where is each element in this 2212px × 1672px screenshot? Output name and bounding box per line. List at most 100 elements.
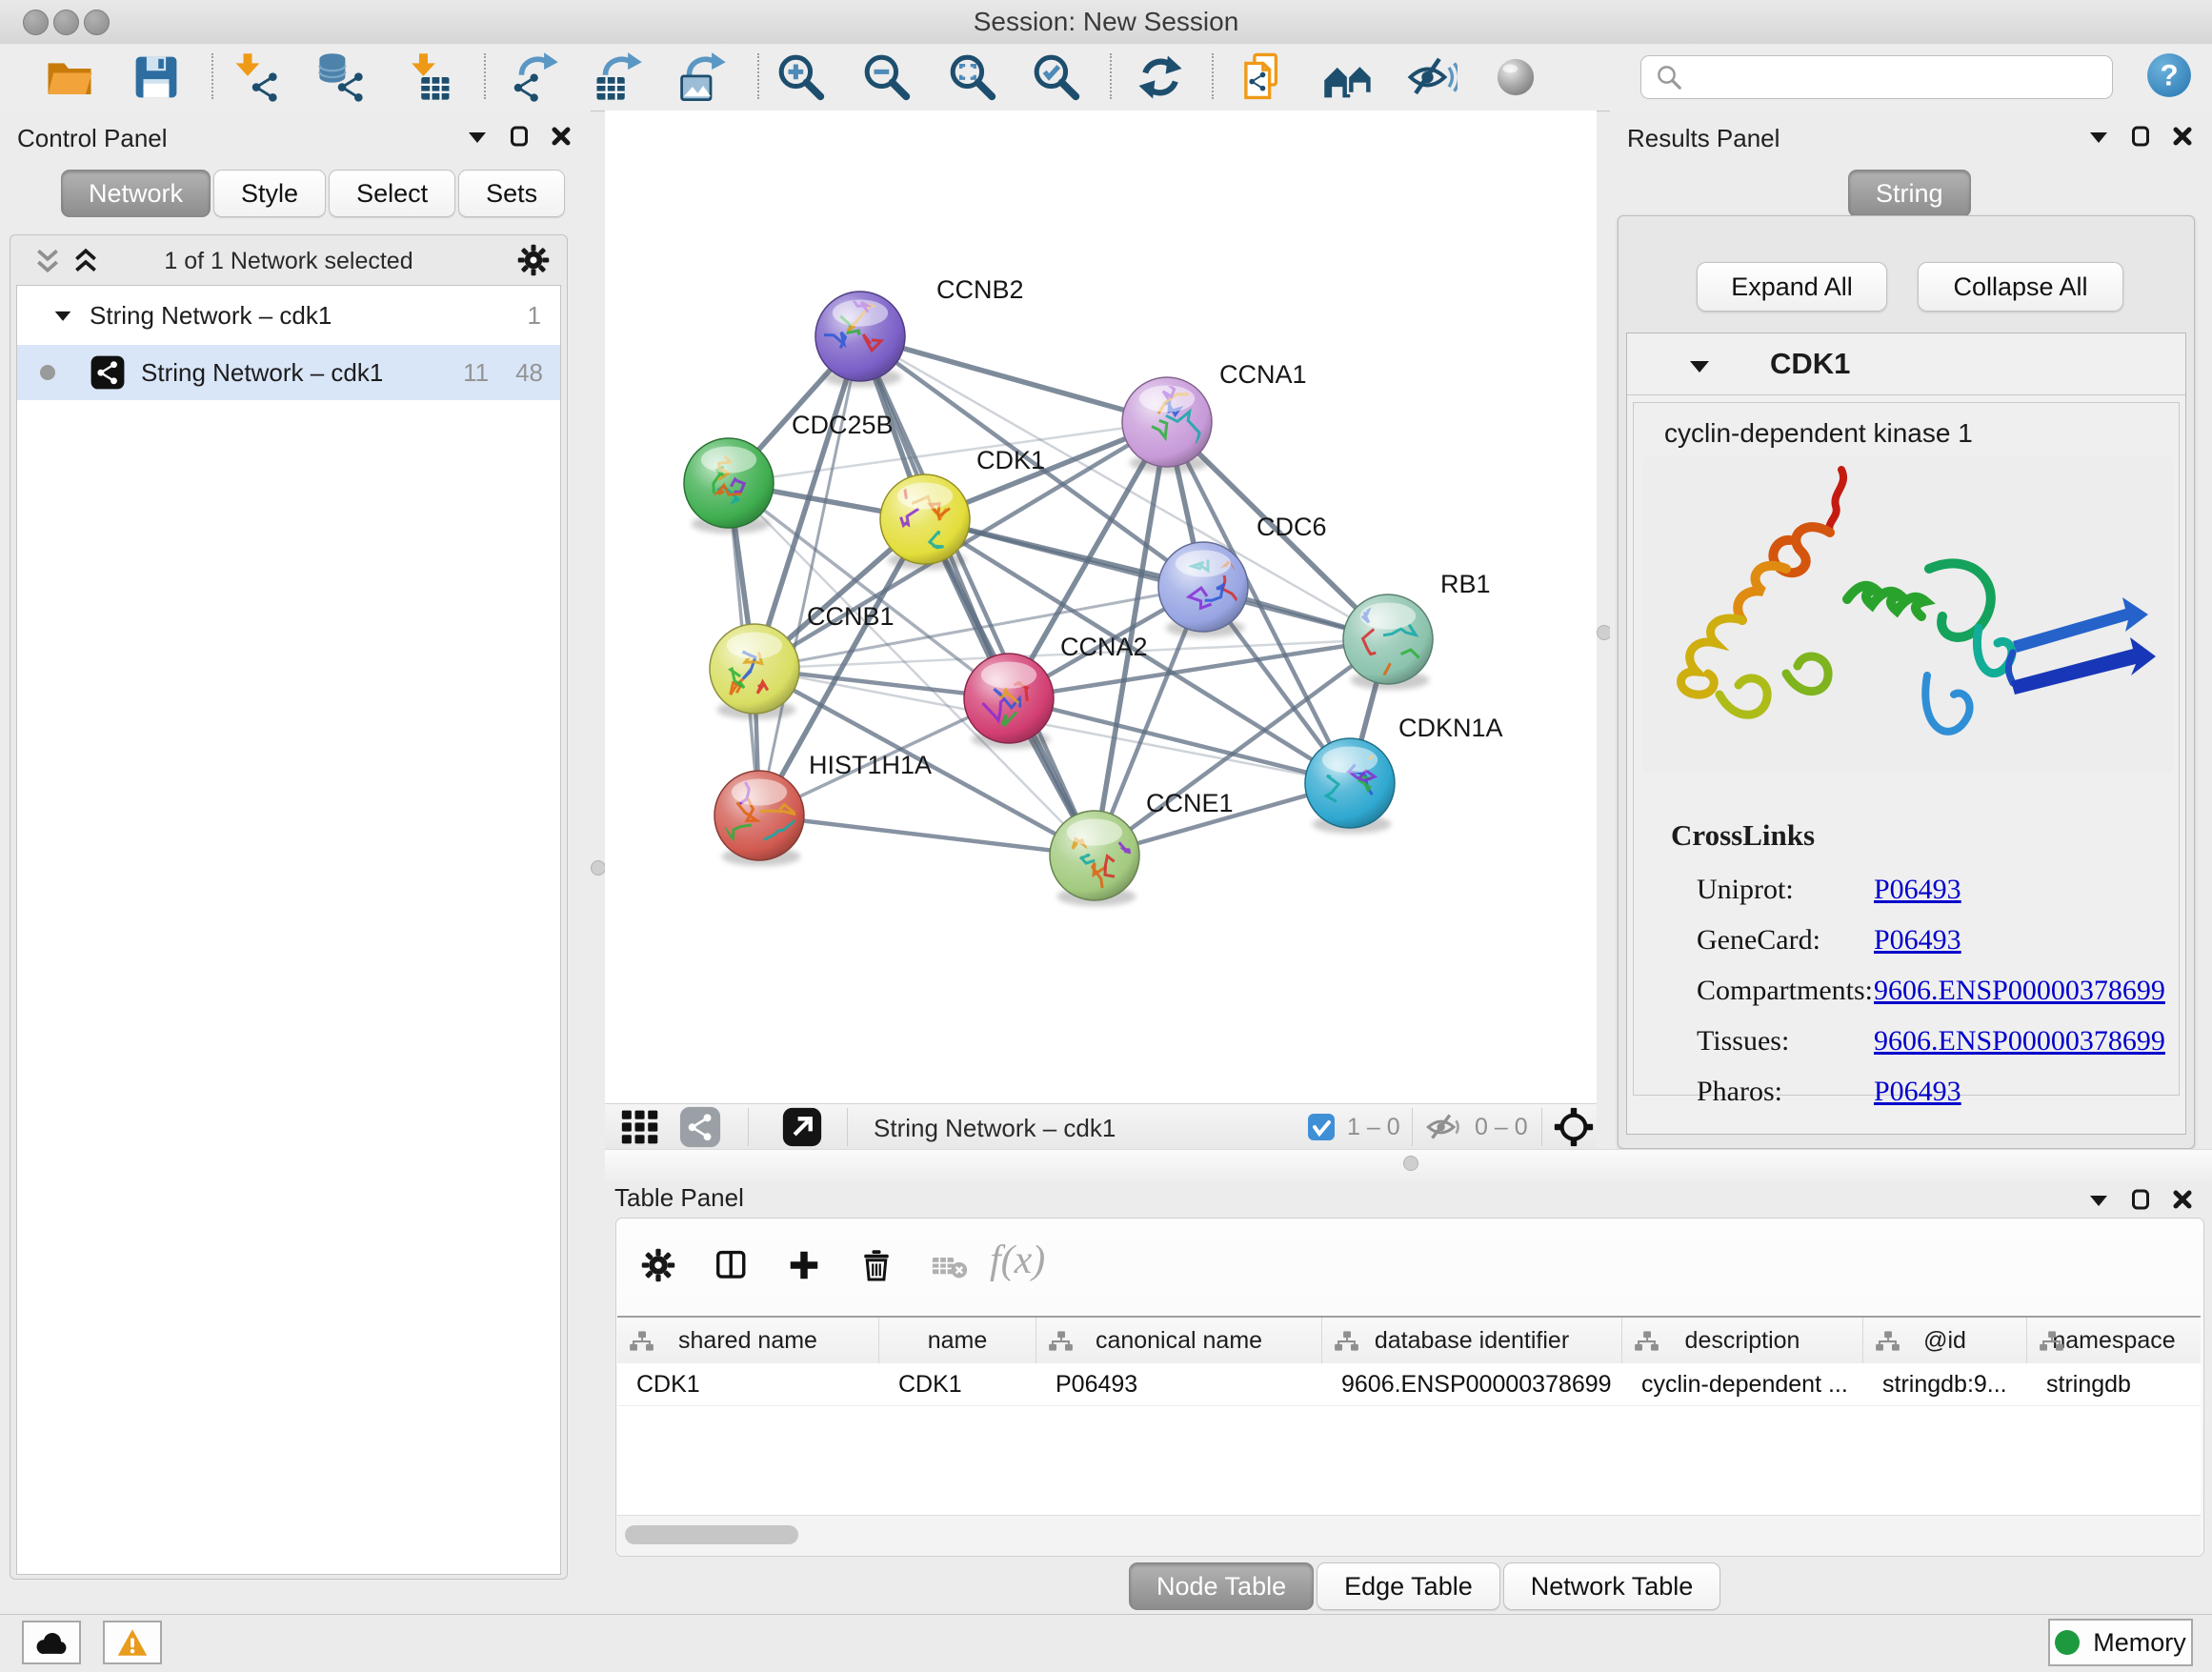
control-panel-float-icon[interactable] (509, 126, 530, 147)
column-header-namespace[interactable]: namespace (2027, 1318, 2201, 1363)
tab-edge-table[interactable]: Edge Table (1317, 1562, 1500, 1610)
node-label-CCNE1: CCNE1 (1146, 789, 1234, 817)
column-header-shared-name[interactable]: shared name (617, 1318, 879, 1363)
collapse-all-button[interactable]: Collapse All (1918, 262, 2123, 312)
selected-checkbox-icon[interactable] (1307, 1113, 1336, 1141)
add-column-icon[interactable] (787, 1247, 821, 1283)
import-database-icon[interactable] (316, 51, 368, 103)
help-icon[interactable]: ? (2145, 51, 2193, 99)
toolbar-separator (211, 53, 213, 99)
network-node-CDKN1A[interactable]: CDKN1A (1305, 714, 1503, 834)
network-canvas[interactable]: CCNB2 CCNA1 CDC25B CDK1 CDC6 (605, 111, 1597, 1103)
column-header-database-identifier[interactable]: database identifier (1322, 1318, 1622, 1363)
left-splitter[interactable] (591, 111, 605, 1614)
birdseye-view-icon[interactable] (1553, 1106, 1595, 1148)
left-splitter-handle[interactable] (591, 860, 606, 876)
export-table-icon[interactable] (593, 51, 644, 103)
export-network-icon[interactable] (509, 51, 560, 103)
zoom-out-icon[interactable] (861, 51, 913, 103)
function-builder-icon-disabled: f(x) (990, 1238, 1045, 1283)
network-node-HIST1H1A[interactable]: HIST1H1A (714, 751, 932, 866)
hide-graphics-icon[interactable] (1406, 51, 1458, 103)
crosslink-link[interactable]: 9606.ENSP00000378699 (1874, 965, 2165, 1016)
tab-string[interactable]: String (1848, 170, 1971, 217)
table-panel-float-icon[interactable] (2130, 1189, 2151, 1210)
sphere-icon[interactable] (1490, 51, 1541, 103)
network-node-RB1[interactable]: RB1 (1343, 570, 1491, 711)
node-label-RB1: RB1 (1440, 570, 1491, 598)
horizontal-scrollbar[interactable] (617, 1515, 2201, 1555)
network-graph[interactable]: CCNB2 CCNA1 CDC25B CDK1 CDC6 (605, 111, 1597, 1103)
delete-column-icon[interactable] (859, 1245, 894, 1285)
network-collection-row[interactable]: String Network – cdk1 1 (17, 286, 560, 345)
hidden-eye-icon[interactable] (1425, 1109, 1463, 1145)
results-panel-close-icon[interactable] (2172, 126, 2193, 147)
show-columns-icon[interactable] (714, 1248, 750, 1282)
control-panel-collapse-icon[interactable] (467, 126, 488, 147)
table-options-gear-icon[interactable] (641, 1248, 675, 1282)
tab-select[interactable]: Select (329, 170, 455, 217)
horizontal-splitter[interactable] (605, 1149, 2212, 1184)
crosslink-link[interactable]: P06493 (1874, 915, 1961, 965)
tab-network-table[interactable]: Network Table (1503, 1562, 1721, 1610)
warnings-button[interactable] (103, 1621, 162, 1664)
column-type-icon (1634, 1330, 1659, 1352)
two-houses-icon[interactable] (1322, 51, 1374, 103)
search-input[interactable] (1693, 62, 2112, 93)
duplicate-network-icon[interactable] (1238, 51, 1290, 103)
tab-style[interactable]: Style (213, 170, 326, 217)
crosslink-row: Tissues: 9606.ENSP00000378699 (1697, 1016, 2165, 1066)
import-table-icon[interactable] (402, 51, 453, 103)
collection-expand-icon[interactable] (53, 307, 72, 324)
table-row[interactable]: CDK1 CDK1 P06493 9606.ENSP00000378699 cy… (617, 1363, 2201, 1406)
network-share-icon[interactable] (679, 1106, 721, 1148)
node-count: 11 (463, 358, 489, 388)
tab-node-table[interactable]: Node Table (1129, 1562, 1314, 1610)
network-node-CDC25B[interactable]: CDC25B (684, 411, 894, 534)
network-options-gear-icon[interactable] (517, 244, 550, 276)
network-row-selected[interactable]: String Network – cdk1 11 48 (17, 345, 560, 400)
open-session-icon[interactable] (44, 51, 95, 103)
column-header-canonical-name[interactable]: canonical name (1036, 1318, 1322, 1363)
horizontal-scrollbar-thumb[interactable] (625, 1525, 798, 1544)
tab-sets[interactable]: Sets (458, 170, 565, 217)
crosslink-row: GeneCard: P06493 (1697, 915, 2165, 965)
crosslink-link[interactable]: P06493 (1874, 864, 1961, 915)
network-edge[interactable] (1009, 698, 1350, 783)
network-edge[interactable] (759, 816, 1095, 856)
save-session-icon[interactable] (131, 51, 182, 103)
memory-button[interactable]: Memory (2048, 1619, 2193, 1666)
zoom-in-icon[interactable] (775, 51, 827, 103)
column-header-name[interactable]: name (879, 1318, 1036, 1363)
right-splitter[interactable] (1597, 111, 1610, 1149)
network-node-CCNA1[interactable]: CCNA1 (1122, 360, 1307, 473)
network-edge[interactable] (759, 336, 860, 816)
control-panel-close-icon[interactable] (551, 126, 572, 147)
detach-view-icon[interactable] (782, 1107, 822, 1147)
results-panel-collapse-icon[interactable] (2088, 126, 2109, 147)
section-collapse-icon[interactable] (1688, 356, 1711, 375)
table-panel-close-icon[interactable] (2172, 1189, 2193, 1210)
crosslink-link[interactable]: P06493 (1874, 1066, 1961, 1117)
zoom-fit-icon[interactable] (947, 51, 998, 103)
refresh-icon[interactable] (1135, 51, 1186, 103)
cloud-button[interactable] (22, 1621, 81, 1664)
table-panel-collapse-icon[interactable] (2088, 1189, 2109, 1210)
zoom-selected-icon[interactable] (1031, 51, 1082, 103)
network-node-CCNE1[interactable]: CCNE1 (1050, 789, 1234, 906)
search-box[interactable] (1640, 55, 2113, 99)
protein-section-header[interactable]: CDK1 (1627, 333, 2185, 395)
export-image-icon[interactable] (676, 51, 728, 103)
horizontal-splitter-handle[interactable] (1403, 1156, 1418, 1171)
column-header-description[interactable]: description (1622, 1318, 1863, 1363)
results-panel-float-icon[interactable] (2130, 126, 2151, 147)
grid-view-icon[interactable] (620, 1108, 660, 1146)
tab-network[interactable]: Network (61, 170, 211, 217)
column-header-id[interactable]: @id (1863, 1318, 2027, 1363)
network-list-panel: 1 of 1 Network selected String Network –… (10, 234, 568, 1580)
node-label-CCNB1: CCNB1 (807, 602, 895, 631)
expand-all-button[interactable]: Expand All (1697, 262, 1887, 312)
import-network-icon[interactable] (231, 51, 282, 103)
network-edge[interactable] (860, 336, 1167, 422)
crosslink-link[interactable]: 9606.ENSP00000378699 (1874, 1016, 2165, 1066)
